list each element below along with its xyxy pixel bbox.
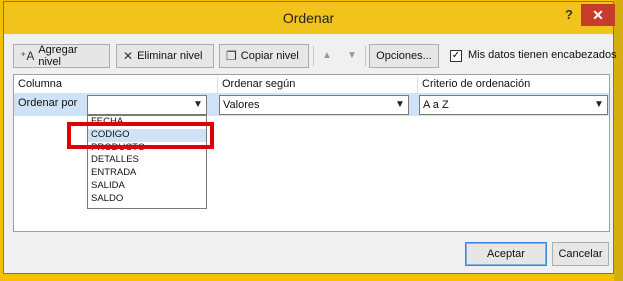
toolbar-divider — [313, 46, 314, 66]
column-header: Columna — [18, 78, 63, 90]
toolbar-divider — [365, 46, 366, 66]
delete-level-button[interactable]: ✕ Eliminar nivel — [116, 44, 214, 68]
sort-on-value: Valores — [223, 99, 260, 111]
delete-level-label: Eliminar nivel — [137, 50, 203, 62]
headers-checkbox[interactable]: ✓ — [450, 50, 462, 62]
background-edge — [614, 0, 623, 281]
chevron-down-icon[interactable]: ▼ — [190, 96, 206, 114]
add-level-button[interactable]: ⁺A Agregar nivel — [13, 44, 110, 68]
title-bar: Ordenar ? ✕ — [4, 2, 615, 34]
copy-icon: ❐ — [226, 49, 237, 63]
x-icon: ✕ — [123, 49, 134, 63]
dialog-title: Ordenar — [282, 10, 335, 26]
add-level-label: Agregar nivel — [38, 44, 78, 68]
order-select[interactable]: A a Z ▼ — [419, 95, 608, 115]
column-select[interactable]: ▼ — [87, 95, 207, 115]
list-item[interactable]: ENTRADA — [88, 167, 206, 180]
close-button[interactable]: ✕ — [581, 4, 615, 26]
accept-button[interactable]: Aceptar — [465, 242, 547, 266]
help-icon[interactable]: ? — [560, 7, 578, 25]
list-item[interactable]: SALDO — [88, 193, 206, 206]
cancel-button[interactable]: Cancelar — [552, 242, 609, 266]
chevron-down-icon[interactable]: ▼ — [591, 96, 607, 114]
move-down-icon[interactable]: ▼ — [341, 44, 363, 68]
copy-level-label: Copiar nivel — [240, 50, 299, 62]
header-divider — [217, 77, 218, 93]
order-value: A a Z — [423, 99, 449, 111]
plus-icon: ⁺A — [20, 49, 35, 63]
sort-by-label: Ordenar por — [18, 97, 78, 109]
sort-on-header: Ordenar según — [222, 78, 296, 90]
sort-on-select[interactable]: Valores ▼ — [219, 95, 409, 115]
header-divider — [417, 77, 418, 93]
options-label: Opciones... — [376, 50, 432, 62]
options-button[interactable]: Opciones... — [369, 44, 439, 68]
copy-level-button[interactable]: ❐ Copiar nivel — [219, 44, 309, 68]
chevron-down-icon[interactable]: ▼ — [392, 96, 408, 114]
headers-checkbox-label: Mis datos tienen encabezados — [468, 49, 617, 61]
order-header: Criterio de ordenación — [422, 78, 531, 90]
list-item[interactable]: SALIDA — [88, 180, 206, 193]
move-up-icon[interactable]: ▲ — [316, 44, 338, 68]
highlight-callout — [67, 122, 214, 149]
list-item[interactable]: DETALLES — [88, 154, 206, 167]
